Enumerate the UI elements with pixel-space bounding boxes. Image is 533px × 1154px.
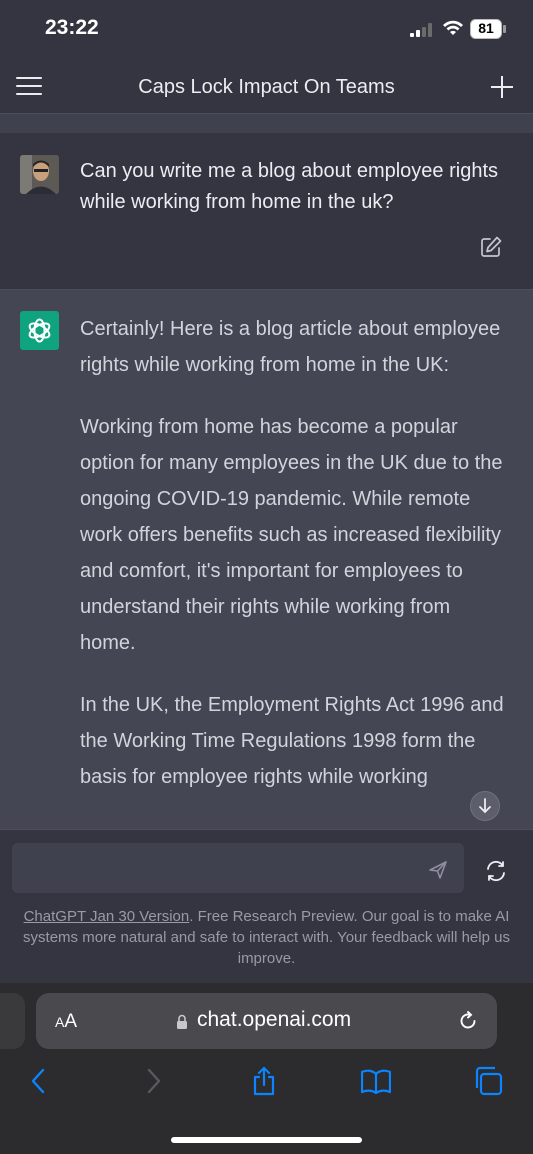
- forward-icon[interactable]: [138, 1066, 168, 1096]
- assistant-paragraph: Certainly! Here is a blog article about …: [80, 318, 501, 376]
- home-indicator: [171, 1137, 362, 1143]
- wifi-icon: [443, 20, 463, 35]
- edit-icon[interactable]: [480, 236, 502, 258]
- assistant-message-clip: Certainly! Here is a blog article about …: [0, 290, 533, 828]
- battery-indicator: 81: [470, 19, 506, 39]
- arrow-down-icon: [479, 798, 491, 814]
- previous-tab[interactable]: [0, 993, 25, 1049]
- reload-icon[interactable]: [457, 1010, 479, 1032]
- send-icon[interactable]: [428, 860, 448, 880]
- assistant-message-text: Certainly! Here is a blog article about …: [80, 311, 510, 821]
- share-icon[interactable]: [249, 1066, 279, 1096]
- battery-level: 81: [478, 20, 494, 36]
- tabs-icon[interactable]: [473, 1066, 503, 1096]
- cellular-signal-icon: [410, 23, 432, 37]
- divider: [0, 113, 533, 134]
- message-input[interactable]: [12, 843, 464, 893]
- assistant-paragraph: Working from home has become a popular o…: [80, 416, 503, 654]
- version-link[interactable]: ChatGPT Jan 30 Version: [24, 908, 190, 925]
- conversation-title: Caps Lock Impact On Teams: [138, 76, 395, 98]
- assistant-paragraph: In the UK, the Employment Rights Act 199…: [80, 694, 504, 788]
- status-time: 23:22: [45, 16, 99, 39]
- disclaimer: ChatGPT Jan 30 Version. Free Research Pr…: [10, 906, 523, 969]
- reader-options-button[interactable]: AA: [55, 1011, 77, 1033]
- regenerate-icon[interactable]: [484, 859, 508, 883]
- lock-icon: [177, 1014, 187, 1029]
- back-icon[interactable]: [24, 1066, 54, 1096]
- url-text[interactable]: chat.openai.com: [197, 1008, 351, 1032]
- user-avatar: [20, 155, 59, 194]
- scroll-to-bottom-button[interactable]: [470, 791, 500, 821]
- plus-icon[interactable]: [489, 74, 515, 100]
- user-message-text: Can you write me a blog about employee r…: [80, 160, 499, 213]
- bookmarks-icon[interactable]: [361, 1066, 391, 1096]
